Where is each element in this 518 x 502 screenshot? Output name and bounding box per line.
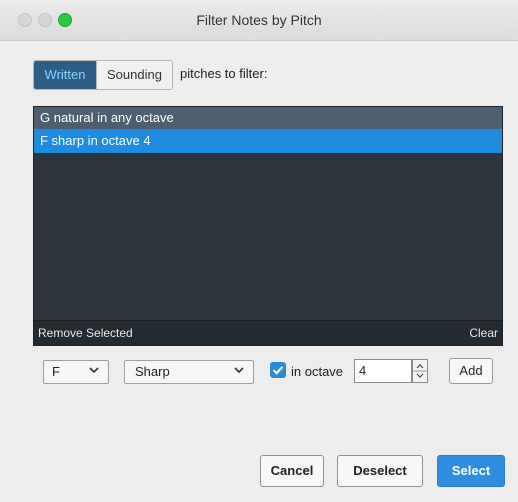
window-title: Filter Notes by Pitch xyxy=(196,12,322,28)
select-button[interactable]: Select xyxy=(437,455,505,487)
remove-selected-button[interactable]: Remove Selected xyxy=(38,321,133,345)
pitches-to-filter-label: pitches to filter: xyxy=(180,66,268,81)
accidental-value: Sharp xyxy=(135,364,170,379)
note-value: F xyxy=(52,364,60,379)
octave-stepper[interactable] xyxy=(412,359,428,383)
checkmark-icon xyxy=(272,366,284,375)
add-button[interactable]: Add xyxy=(449,358,493,384)
in-octave-label: in octave xyxy=(291,364,344,379)
filter-dialog: Filter Notes by Pitch Written Sounding p… xyxy=(0,0,518,502)
chevron-down-icon xyxy=(234,367,244,374)
list-item[interactable]: G natural in any octave xyxy=(34,107,502,129)
sounding-tab[interactable]: Sounding xyxy=(96,61,172,89)
note-dropdown[interactable]: F xyxy=(43,360,109,384)
title-bar: Filter Notes by Pitch xyxy=(0,0,518,41)
accidental-dropdown[interactable]: Sharp xyxy=(124,360,254,384)
chevron-down-icon xyxy=(89,367,99,374)
cancel-button[interactable]: Cancel xyxy=(260,455,324,487)
pitch-mode-toggle: Written Sounding xyxy=(33,60,173,90)
deselect-button[interactable]: Deselect xyxy=(337,455,423,487)
stepper-arrows-icon xyxy=(413,364,427,378)
octave-input[interactable]: 4 xyxy=(354,359,412,383)
list-item-selected[interactable]: F sharp in octave 4 xyxy=(34,129,502,153)
written-tab[interactable]: Written xyxy=(34,61,96,89)
in-octave-checkbox[interactable] xyxy=(270,362,286,378)
clear-button[interactable]: Clear xyxy=(469,321,498,345)
list-footer: Remove Selected Clear xyxy=(34,320,502,345)
pitch-filter-list[interactable]: G natural in any octave F sharp in octav… xyxy=(33,106,503,346)
